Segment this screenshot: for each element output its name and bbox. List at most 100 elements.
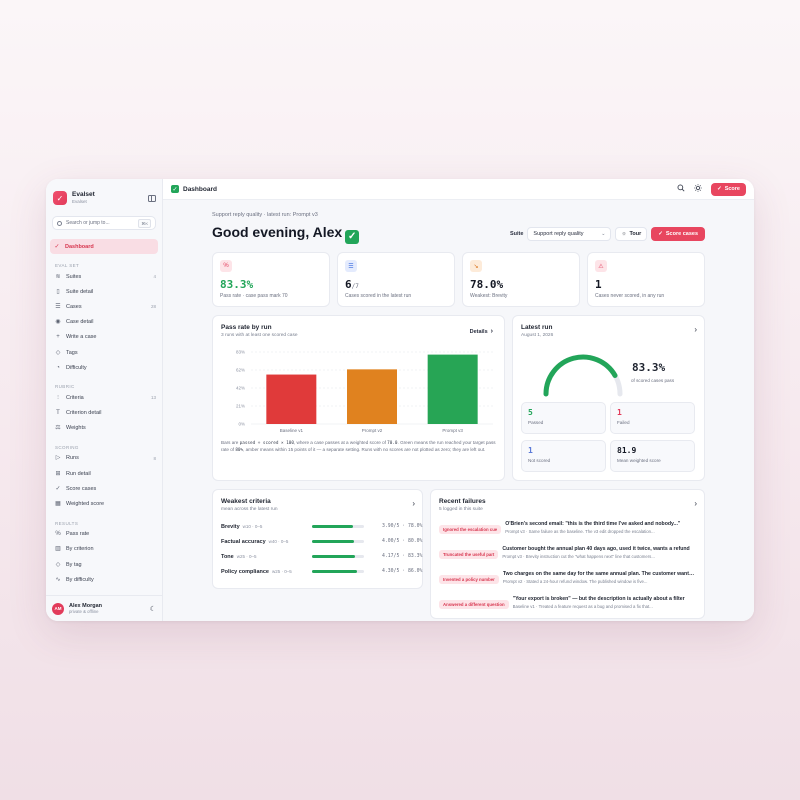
kpi-label: Cases never scored, in any run — [595, 293, 665, 299]
y-tick-label: 42% — [236, 386, 245, 391]
criterion-bar-fill — [312, 554, 356, 559]
sidebar-item-label: Criteria — [66, 394, 84, 401]
note-text: , where a case passes at a weighted scor… — [293, 440, 388, 445]
file-icon: ▯ — [56, 288, 60, 295]
sidebar-item-weights[interactable]: ⚖ Weights — [46, 421, 162, 436]
sidebar-item-runs[interactable]: ▷ Runs 8 — [46, 451, 162, 466]
note-code: passed ÷ scored × 100 — [239, 441, 294, 446]
stat-label: Not scored — [528, 458, 551, 463]
sidebar-item-label: By tag — [66, 561, 82, 568]
failure-title: Two charges on the same day for the same… — [502, 571, 696, 577]
search-input[interactable]: Search or jump to... ⌘K — [52, 216, 156, 230]
kpi-card: % 83.3% Pass rate · case pass mark 70 — [212, 252, 330, 307]
bar[interactable] — [347, 369, 397, 424]
y-tick-label: 21% — [236, 404, 245, 409]
latest-run-card: Latest run August 1, 2026 › 83.3% of sco… — [512, 315, 705, 481]
failure-text: Customer bought the annual plan 40 days … — [502, 546, 696, 559]
search-icon[interactable] — [677, 184, 685, 194]
sidebar-item-pass-rate[interactable]: % Pass rate — [46, 527, 162, 542]
sidebar-item-count: 8 — [153, 455, 156, 461]
chevron-right-icon[interactable]: › — [694, 325, 697, 334]
sidebar-item-cases[interactable]: ☰ Cases 28 — [46, 299, 162, 314]
kpi-card: ↘ 78.0% Weakest: Brevity — [462, 252, 580, 307]
tour-button[interactable]: ☼ Tour — [615, 227, 648, 241]
score-button[interactable]: ✓ Score — [711, 182, 746, 196]
criterion-row[interactable]: Brevity w10 · 0–5 3.90/5 · 78.0% — [221, 519, 422, 534]
chevron-right-icon[interactable]: › — [694, 499, 697, 508]
bar[interactable] — [266, 374, 317, 424]
trend-down-icon: ↘ — [470, 260, 482, 272]
sidebar-item-case-detail[interactable]: ◉ Case detail — [46, 315, 162, 330]
moon-icon[interactable]: ☾ — [150, 605, 156, 613]
calculator-icon: ▦ — [55, 501, 61, 508]
sun-icon: ☼ — [621, 231, 627, 237]
sidebar-item-write-a-case[interactable]: + Write a case — [46, 330, 162, 345]
failure-row[interactable]: Ignored the escalation cue O'Brien's seco… — [439, 521, 696, 546]
failure-text: "Your export is broken" — but the descri… — [513, 596, 696, 609]
suite-select[interactable]: Support reply quality ⌄ — [527, 227, 612, 241]
check-icon: ✓ — [55, 485, 61, 492]
sidebar-item-weighted-score[interactable]: ▦ Weighted score — [46, 496, 162, 511]
avatar[interactable]: AM — [52, 602, 64, 615]
criterion-bar-fill — [312, 524, 353, 529]
sidebar-item-suites[interactable]: ≋ Suites 4 — [46, 269, 162, 284]
criterion-weight: w40 · 0–5 — [268, 539, 289, 544]
sidebar-item-label: Tags — [66, 349, 78, 356]
criterion-row[interactable]: Factual accuracy w40 · 0–5 4.00/5 · 80.0% — [221, 534, 422, 549]
sidebar-item-by-difficulty[interactable]: ∿ By difficulty — [46, 572, 162, 587]
user-name: Alex Morgan — [69, 602, 103, 609]
sidebar-item-tags[interactable]: ◇ Tags — [46, 345, 162, 360]
tag-icon: ◇ — [55, 349, 61, 356]
kpi-value-number: 78.0% — [470, 278, 504, 291]
sidebar-item-suite-detail[interactable]: ▯ Suite detail — [46, 284, 162, 299]
percent-icon: % — [220, 260, 232, 272]
failure-row[interactable]: Truncated the useful part Customer bought… — [439, 546, 696, 571]
failure-text: O'Brien's second email: "this is the thi… — [505, 521, 696, 534]
chevron-down-icon: ⌄ — [601, 231, 606, 237]
x-tick-label: Prompt v2 — [362, 428, 383, 433]
bar-chart-icon: ▥ — [55, 546, 61, 553]
score-cases-button[interactable]: ✓ Score cases — [651, 227, 705, 241]
sidebar-item-run-detail[interactable]: ⊞ Run detail — [46, 466, 162, 481]
sidebar-toggle-icon[interactable] — [148, 194, 156, 202]
search-placeholder: Search or jump to... — [66, 220, 110, 226]
stat-value: 5 — [528, 408, 533, 417]
chevron-right-icon[interactable]: › — [412, 499, 415, 508]
criterion-row[interactable]: Tone w25 · 0–5 4.17/5 · 83.3% — [221, 549, 422, 564]
criterion-score: 3.90/5 · 78.0% — [382, 524, 423, 529]
sidebar-item-by-tag[interactable]: ◇ By tag — [46, 557, 162, 572]
kpi-card: ☰ 6/7 Cases scored in the latest run — [337, 252, 455, 307]
criterion-weight: w25 · 0–5 — [272, 569, 292, 574]
sidebar-item-by-criterion[interactable]: ▥ By criterion — [46, 542, 162, 557]
check-icon: ✓ — [658, 231, 663, 237]
sidebar-item-score-cases[interactable]: ✓ Score cases — [46, 481, 162, 496]
run-date: August 1, 2026 — [521, 333, 554, 338]
failure-row[interactable]: Answered a different question "Your expor… — [439, 596, 696, 618]
sidebar-item-criterion-detail[interactable]: T Criterion detail — [46, 406, 162, 421]
breadcrumb: Support reply quality · latest run: Prom… — [212, 212, 318, 218]
sidebar-item-count: 4 — [153, 274, 156, 280]
sidebar-item-difficulty[interactable]: ◔ Difficulty — [46, 360, 162, 375]
criterion-bar — [312, 554, 364, 559]
sidebar-item-label: Weighted score — [66, 501, 105, 508]
failure-title: Customer bought the annual plan 40 days … — [502, 546, 690, 552]
search-shortcut: ⌘K — [138, 218, 151, 228]
details-link[interactable]: Details › — [470, 328, 493, 335]
kpi-value-suffix: /7 — [351, 283, 359, 290]
kpi-value-number: 6 — [345, 278, 352, 291]
sidebar-item-dashboard[interactable]: ✓ Dashboard — [50, 239, 158, 254]
criterion-row[interactable]: Policy compliance w25 · 0–5 4.30/5 · 86.0% — [221, 564, 422, 579]
gauge-track — [543, 354, 623, 397]
card-title: Latest run — [521, 324, 553, 331]
sidebar-item-label: Run detail — [66, 470, 91, 477]
sidebar-item-count: 13 — [150, 395, 156, 401]
criterion-weight: w10 · 0–5 — [242, 524, 263, 529]
failure-row[interactable]: Invented a policy number Two charges on t… — [439, 571, 696, 596]
card-title: Weakest criteria — [221, 498, 271, 505]
card-subtitle: 5 logged in this suite — [439, 507, 483, 512]
sidebar-item-criteria[interactable]: ⫶ Criteria 13 — [46, 390, 162, 405]
sun-icon[interactable] — [694, 184, 702, 194]
bar[interactable] — [427, 354, 478, 424]
gauge-icon: ◔ — [56, 364, 60, 371]
app-logo-icon: ✓ — [53, 191, 67, 205]
